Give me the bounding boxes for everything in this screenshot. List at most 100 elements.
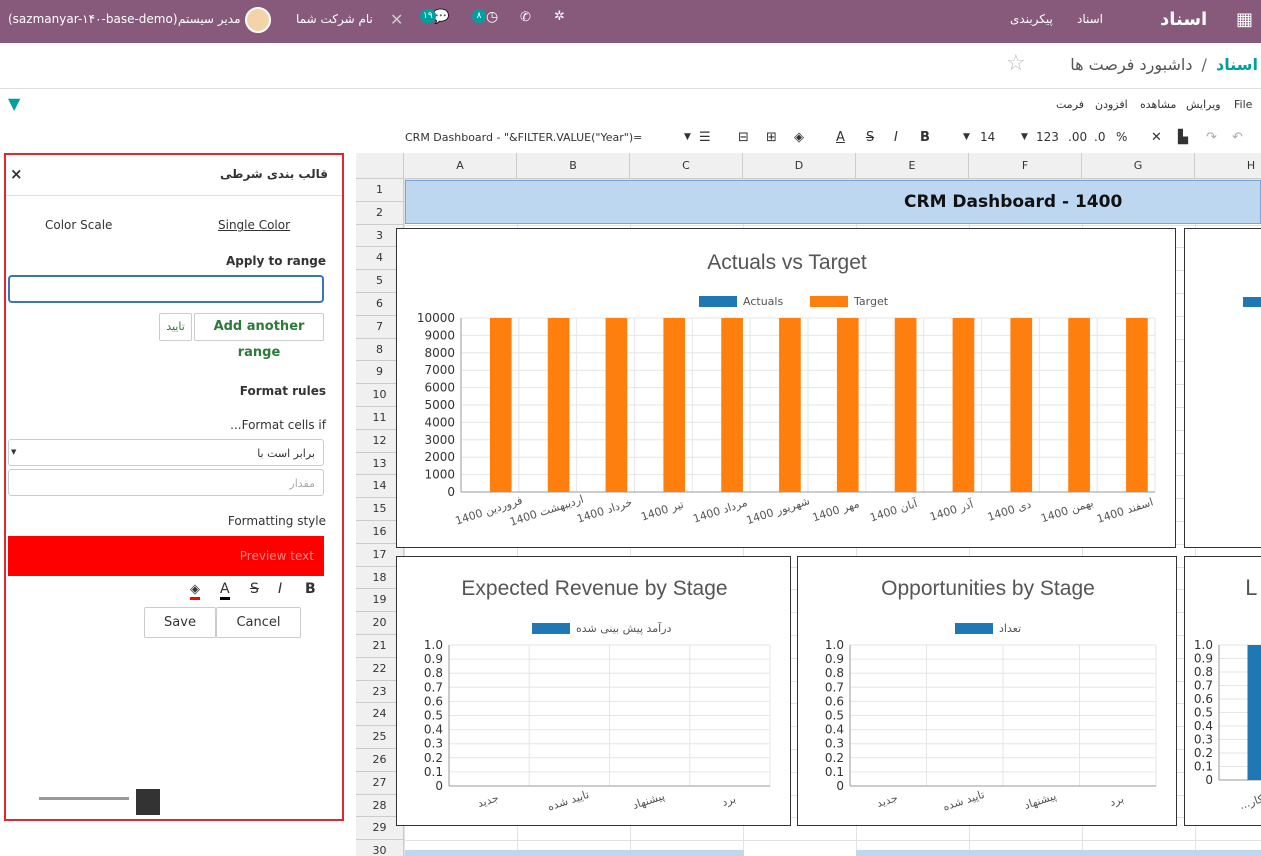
close-icon[interactable]: ✕	[390, 10, 403, 29]
italic-icon[interactable]: I	[278, 581, 282, 597]
bar	[489, 318, 512, 492]
redo-icon[interactable]: ↷	[1206, 130, 1217, 145]
chevron-down-icon[interactable]: ▼	[963, 132, 970, 142]
y-tick-label: 0.4	[825, 723, 844, 737]
row-header-30[interactable]: 30	[356, 840, 404, 856]
company-name[interactable]: نام شرکت شما	[296, 12, 373, 26]
decimal-more-button[interactable]: .00	[1068, 130, 1087, 144]
menu-edit[interactable]: ویرایش	[1186, 98, 1221, 111]
tab-color-scale[interactable]: Color Scale	[45, 218, 112, 232]
y-tick-label: 0.9	[424, 652, 443, 666]
borders-icon[interactable]: ⊞	[766, 130, 777, 145]
menu-insert[interactable]: افزودن	[1095, 98, 1128, 111]
column-header-H[interactable]: H	[1195, 153, 1261, 179]
merge-cells-icon[interactable]: ⊟	[738, 130, 749, 145]
column-header-D[interactable]: D	[743, 153, 856, 179]
legend-label: درآمد پیش بینی شده	[576, 621, 672, 635]
add-range-button[interactable]: Add another range	[194, 313, 324, 360]
bold-icon[interactable]: B	[920, 130, 930, 145]
number-format-select[interactable]: 123	[1036, 130, 1059, 144]
logo-text-icon	[39, 797, 129, 800]
x-tick-label: تیر 1400	[639, 498, 685, 524]
x-tick-label: اسفند 1400	[1095, 495, 1155, 525]
chart-partial-l[interactable]: 0 0.1 0.2 0.3 0.4 0.5 0.6 0.7 0.8 0.9 1.0 ...اهکار L	[1184, 556, 1261, 826]
corner-cell[interactable]	[356, 153, 404, 179]
legend-swatch	[1243, 297, 1261, 307]
menu-item-documents[interactable]: اسناد	[1077, 12, 1103, 26]
text-color-icon[interactable]: A	[220, 581, 230, 600]
chart-opportunities[interactable]: Opportunities by Stage تعداد 0 0.1 0.2 0.3 0.4…	[797, 556, 1177, 826]
bar	[1247, 645, 1261, 780]
phone-icon[interactable]: ✆	[520, 10, 531, 25]
menu-file[interactable]: File	[1234, 98, 1252, 111]
y-tick-label: 4000	[424, 415, 455, 429]
clear-format-icon[interactable]: ✕	[1151, 130, 1162, 145]
bar	[952, 318, 975, 492]
column-header-A[interactable]: A	[404, 153, 517, 179]
apps-menu-icon[interactable]: ▦	[1236, 9, 1253, 30]
bug-icon[interactable]: ✲	[554, 9, 565, 24]
chevron-down-icon: ▼	[11, 448, 17, 456]
menu-item-config[interactable]: پیکربندی	[1010, 12, 1053, 26]
y-tick-label: 0	[836, 779, 844, 793]
decimal-less-button[interactable]: .0	[1094, 130, 1105, 144]
y-tick-label: 0.5	[424, 709, 443, 723]
fill-color-icon[interactable]: ◈	[190, 582, 200, 600]
column-header-G[interactable]: G	[1082, 153, 1195, 179]
column-header-C[interactable]: C	[630, 153, 743, 179]
menu-format[interactable]: فرمت	[1056, 98, 1084, 111]
bold-icon[interactable]: B	[305, 581, 316, 597]
text-color-icon[interactable]: A	[836, 130, 845, 145]
percent-button[interactable]: %	[1116, 130, 1127, 144]
align-icon[interactable]: ☰	[699, 130, 711, 145]
chart-actuals-vs-target[interactable]: Actuals vs Target Actuals Target 0 1000 2000 3…	[396, 228, 1176, 548]
chevron-down-icon[interactable]: ▼	[684, 132, 691, 142]
column-header-E[interactable]: E	[856, 153, 969, 179]
avatar[interactable]	[245, 7, 271, 33]
row-header-1[interactable]: 1	[356, 179, 404, 202]
italic-icon[interactable]: I	[894, 130, 898, 145]
y-tick-label: 0.8	[424, 666, 443, 680]
fill-color-icon[interactable]: ◈	[794, 130, 804, 145]
y-tick-label: 1000	[424, 468, 455, 482]
column-header-F[interactable]: F	[969, 153, 1082, 179]
strikethrough-icon[interactable]: S	[250, 581, 259, 597]
paint-format-icon[interactable]: ▙	[1178, 130, 1188, 145]
font-size-select[interactable]: 14	[980, 130, 995, 144]
star-icon[interactable]: ☆	[1006, 51, 1026, 76]
cancel-button[interactable]: Cancel	[216, 607, 301, 638]
user-name[interactable]: مدیر سیستم	[178, 12, 241, 26]
chart-title: L	[1245, 576, 1257, 600]
chart-expected-revenue[interactable]: Expected Revenue by Stage درآمد پیش بینی …	[396, 556, 791, 826]
undo-icon[interactable]: ↶	[1232, 130, 1243, 145]
column-header-B[interactable]: B	[517, 153, 630, 179]
x-tick-label: دی 1400	[986, 498, 1033, 524]
y-tick-label: 0	[447, 485, 455, 499]
filter-icon[interactable]: ▼	[8, 94, 20, 113]
value-placeholder: مقدار	[289, 477, 315, 490]
breadcrumb-root[interactable]: اسناد	[1216, 55, 1258, 74]
top-navbar: ▦ اسناد اسناد پیکربندی (sazmanyar-۱۴۰-ba…	[0, 0, 1261, 43]
strikethrough-icon[interactable]: S	[866, 130, 874, 145]
app-name[interactable]: اسناد	[1160, 9, 1207, 30]
spreadsheet-grid[interactable]: ABCDEFGH 1 2 3 4 5 6 7 8 9 10 11 12 13 14 15 16 17 18 19 20…	[356, 153, 1261, 856]
range-input[interactable]	[8, 275, 324, 303]
chart-partial-right[interactable]	[1184, 228, 1261, 548]
activities-badge: ۸	[472, 9, 486, 23]
chevron-down-icon[interactable]: ▼	[1021, 132, 1028, 142]
save-button[interactable]: Save	[144, 607, 216, 638]
row-header-2[interactable]: 2	[356, 201, 404, 225]
chart-title: Opportunities by Stage	[881, 577, 1095, 600]
condition-select[interactable]: ▼ برابر است با	[8, 439, 324, 466]
menu-view[interactable]: مشاهده	[1140, 98, 1176, 111]
tab-single-color[interactable]: Single Color	[218, 218, 290, 232]
control-panel: اسناد / داشبورد فرصت ها ☆	[0, 43, 1261, 89]
confirm-range-button[interactable]: تایید	[159, 313, 192, 341]
x-tick-label: آذر 1400	[928, 496, 976, 523]
clock-icon[interactable]: ◷	[486, 9, 498, 25]
formula-bar[interactable]: CRM Dashboard - "&FILTER.VALUE("Year")=	[405, 131, 642, 144]
dashboard-title: CRM Dashboard - 1400	[904, 192, 1123, 212]
legend-swatch	[955, 623, 993, 634]
close-icon[interactable]: ×	[10, 165, 23, 183]
value-input[interactable]: مقدار	[8, 469, 324, 496]
